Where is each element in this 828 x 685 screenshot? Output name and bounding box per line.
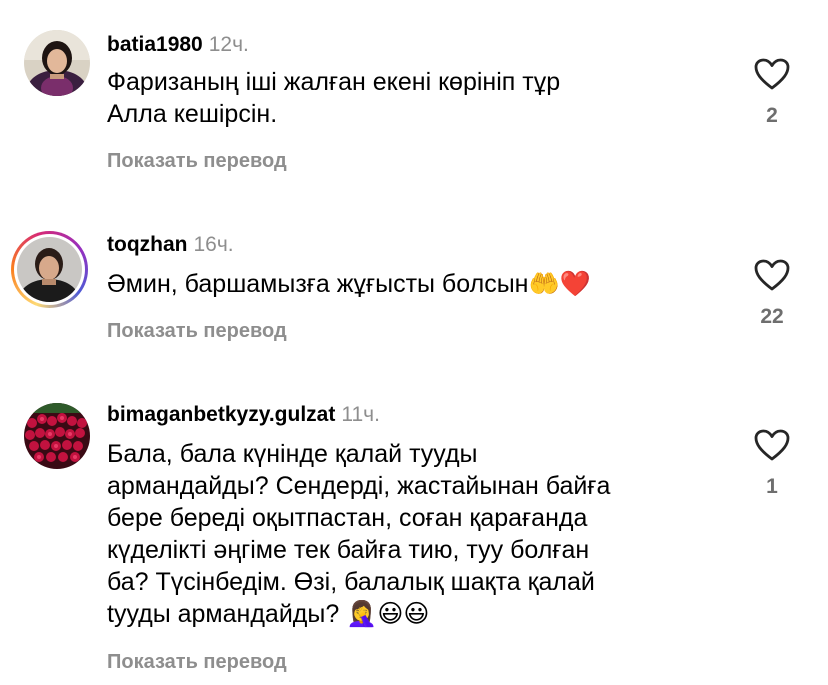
heart-outline-icon[interactable]: [752, 259, 792, 291]
comment-text: Бала, бала күнінде қалай тууды армандайд…: [107, 440, 611, 628]
comment-meta: bimaganbetkyzy.gulzat 11ч.: [107, 402, 380, 428]
like-count: 22: [760, 305, 784, 328]
avatar[interactable]: [24, 30, 90, 96]
like-count: 2: [766, 104, 778, 127]
comment-time: 12ч.: [208, 33, 249, 56]
comment-text: Фаризаның іші жалған екені көрініп тұр А…: [107, 68, 561, 128]
avatar-story-ring[interactable]: [11, 231, 88, 308]
username[interactable]: toqzhan: [107, 233, 187, 256]
comment-meta: toqzhan 16ч.: [107, 232, 234, 258]
show-translation-button[interactable]: Показать перевод: [107, 149, 287, 173]
comment-meta: batia1980 12ч.: [107, 32, 249, 58]
heart-outline-icon[interactable]: [752, 429, 792, 461]
username[interactable]: batia1980: [107, 33, 203, 56]
avatar[interactable]: [17, 237, 82, 302]
like-count: 1: [766, 475, 778, 498]
avatar[interactable]: [24, 403, 90, 469]
comment-time: 16ч.: [193, 233, 234, 256]
comment-text: Әмин, баршамызға жұғысты болсын🤲❤️: [107, 270, 591, 298]
username[interactable]: bimaganbetkyzy.gulzat: [107, 403, 335, 426]
show-translation-button[interactable]: Показать перевод: [107, 650, 287, 674]
comment-time: 11ч.: [341, 403, 380, 426]
like-button[interactable]: 22: [752, 259, 792, 329]
like-button[interactable]: 2: [752, 58, 792, 128]
heart-outline-icon[interactable]: [752, 58, 792, 90]
show-translation-button[interactable]: Показать перевод: [107, 319, 287, 343]
like-button[interactable]: 1: [752, 429, 792, 499]
